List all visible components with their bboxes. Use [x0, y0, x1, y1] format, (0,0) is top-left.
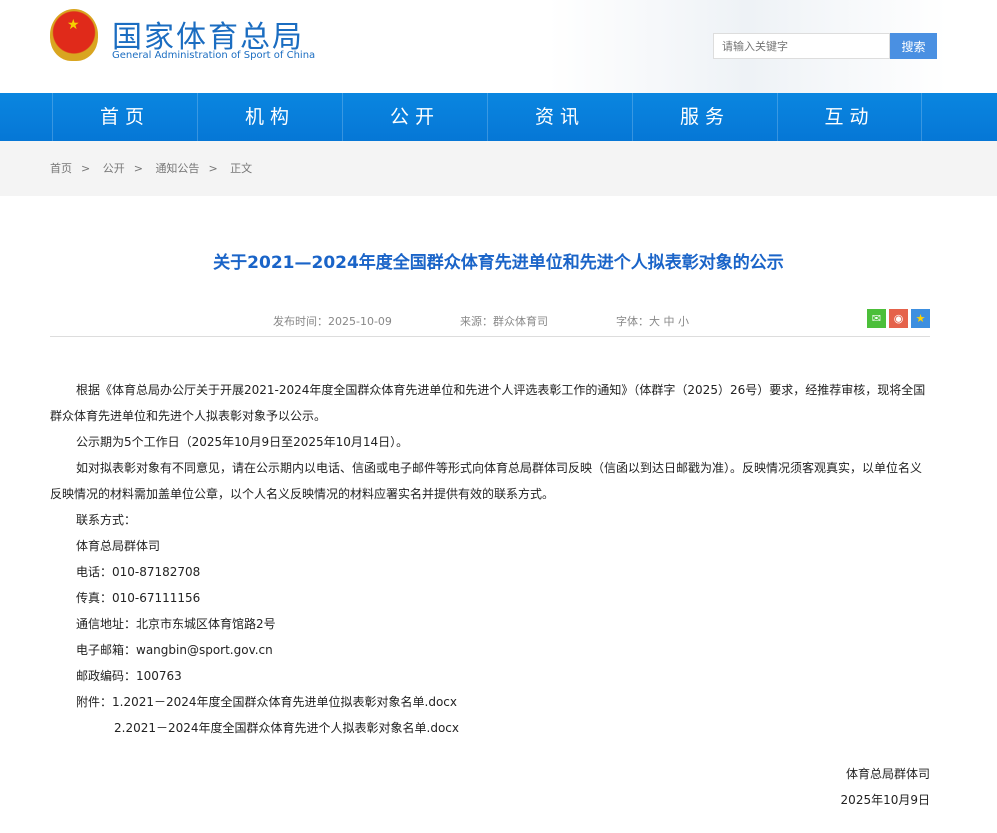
paragraph: 公示期为5个工作日（2025年10月9日至2025年10月14日）。 — [50, 429, 930, 455]
article-body: 根据《体育总局办公厅关于开展2021-2024年度全国群众体育先进单位和先进个人… — [50, 377, 930, 741]
breadcrumb: 首页 > 公开 > 通知公告 > 正文 — [0, 141, 997, 196]
site-name-en: General Administration of Sport of China — [112, 50, 315, 61]
breadcrumb-public[interactable]: 公开 — [103, 162, 125, 175]
postal-code: 邮政编码：100763 — [50, 663, 930, 689]
email: 电子邮箱：wangbin@sport.gov.cn — [50, 637, 930, 663]
paragraph: 根据《体育总局办公厅关于开展2021-2024年度全国群众体育先进单位和先进个人… — [50, 377, 930, 429]
paragraph: 联系方式： — [50, 507, 930, 533]
search-bar: 搜索 — [713, 33, 937, 59]
attachment-link-2[interactable]: 2.2021－2024年度全国群众体育先进个人拟表彰对象名单.docx — [50, 715, 930, 741]
nav-home[interactable]: 首页 — [52, 93, 197, 141]
font-size-control: 字体：大 中 小 — [616, 313, 689, 329]
phone: 电话：010-87182708 — [50, 559, 930, 585]
main-nav: 首页 机构 公开 资讯 服务 互动 — [0, 93, 997, 141]
breadcrumb-separator: > — [208, 162, 217, 175]
nav-public[interactable]: 公开 — [342, 93, 487, 141]
breadcrumb-separator: > — [81, 162, 90, 175]
paragraph: 如对拟表彰对象有不同意见，请在公示期内以电话、信函或电子邮件等形式向体育总局群体… — [50, 455, 930, 507]
breadcrumb-current: 正文 — [230, 162, 252, 175]
search-button[interactable]: 搜索 — [890, 33, 937, 59]
sign-date: 2025年10月9日 — [841, 791, 930, 808]
font-large[interactable]: 大 — [649, 315, 660, 328]
article-meta: 发布时间：2025-10-09 来源：群众体育司 字体：大 中 小 ✉ ◉ ★ — [50, 311, 930, 337]
nav-services[interactable]: 服务 — [632, 93, 777, 141]
favorite-icon[interactable]: ★ — [911, 309, 930, 328]
source: 来源：群众体育司 — [460, 313, 548, 329]
nav-interaction[interactable]: 互动 — [777, 93, 922, 141]
national-emblem-logo[interactable]: ★ — [50, 9, 98, 61]
nav-news[interactable]: 资讯 — [487, 93, 632, 141]
font-small[interactable]: 小 — [678, 315, 689, 328]
header: ★ 国家体育总局 General Administration of Sport… — [0, 0, 997, 93]
breadcrumb-separator: > — [134, 162, 143, 175]
publish-time: 发布时间：2025-10-09 — [273, 313, 392, 329]
wechat-icon[interactable]: ✉ — [867, 309, 886, 328]
breadcrumb-notices[interactable]: 通知公告 — [155, 162, 199, 175]
search-input[interactable] — [713, 33, 890, 59]
breadcrumb-home[interactable]: 首页 — [50, 162, 72, 175]
attachment-link-1[interactable]: 附件：1.2021－2024年度全国群众体育先进单位拟表彰对象名单.docx — [50, 689, 930, 715]
font-label: 字体： — [616, 315, 649, 328]
weibo-icon[interactable]: ◉ — [889, 309, 908, 328]
article-title: 关于2021—2024年度全国群众体育先进单位和先进个人拟表彰对象的公示 — [0, 248, 997, 273]
paragraph: 体育总局群体司 — [50, 533, 930, 559]
signer: 体育总局群体司 — [846, 765, 930, 782]
font-medium[interactable]: 中 — [664, 315, 675, 328]
share-buttons: ✉ ◉ ★ — [867, 309, 930, 328]
address: 通信地址：北京市东城区体育馆路2号 — [50, 611, 930, 637]
fax: 传真：010-67111156 — [50, 585, 930, 611]
nav-organization[interactable]: 机构 — [197, 93, 342, 141]
